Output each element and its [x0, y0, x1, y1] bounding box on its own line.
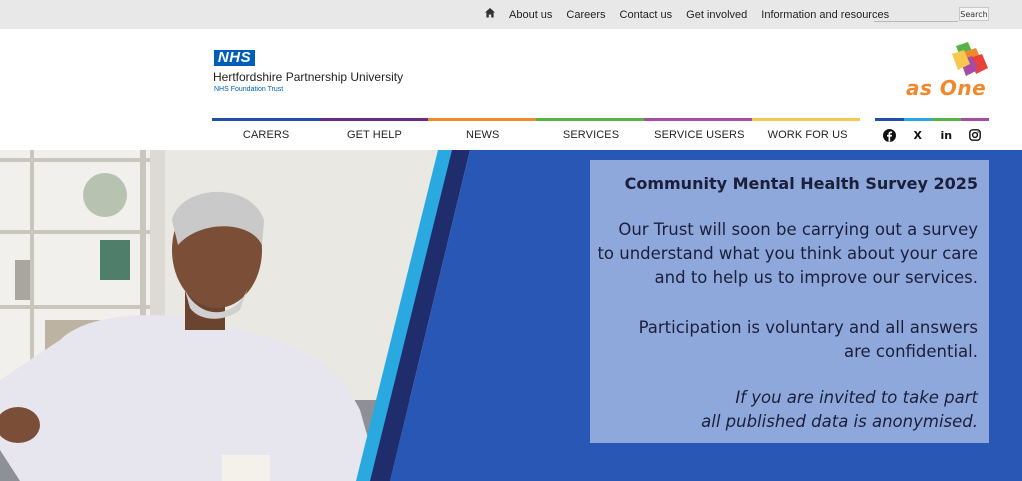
as-one-logo-text: as One	[906, 76, 987, 100]
org-name[interactable]: Hertfordshire Partnership University	[213, 70, 403, 84]
link-contact-us[interactable]: Contact us	[620, 9, 673, 21]
survey-paragraph-2-line-1: Participation is voluntary and all answe…	[638, 318, 978, 337]
main-navigation: CARERS GET HELP NEWS SERVICES SERVICE US…	[212, 121, 862, 149]
linkedin-icon[interactable]: in	[938, 127, 954, 143]
survey-paragraph-2-line-2: are confidential.	[843, 342, 978, 361]
nhs-logo[interactable]: NHS	[214, 50, 255, 66]
nav-work-for-us[interactable]: WORK FOR US	[753, 121, 861, 149]
survey-paragraph-3-line-1: If you are invited to take part	[735, 388, 978, 407]
survey-title: Community Mental Health Survey 2025	[624, 174, 978, 193]
nav-carers[interactable]: CARERS	[212, 121, 320, 149]
survey-paragraph-1-line-3: and to help us to improve our services.	[654, 268, 978, 287]
nav-service-users[interactable]: SERVICE USERS	[645, 121, 753, 149]
x-icon[interactable]: X	[910, 127, 926, 143]
facebook-icon[interactable]	[881, 127, 897, 143]
nav-news[interactable]: NEWS	[429, 121, 537, 149]
nav-get-help[interactable]: GET HELP	[320, 121, 428, 149]
survey-panel: Community Mental Health Survey 2025 Our …	[590, 160, 989, 443]
hero-banner[interactable]: Community Mental Health Survey 2025 Our …	[0, 150, 1022, 481]
link-information-resources[interactable]: Information and resources	[761, 9, 889, 21]
org-subtitle: NHS Foundation Trust	[214, 86, 284, 93]
social-links: X in	[875, 121, 989, 149]
home-icon[interactable]	[484, 7, 496, 19]
utility-links: About us Careers Contact us Get involved…	[509, 0, 903, 29]
link-careers[interactable]: Careers	[566, 9, 605, 21]
survey-paragraph-3-line-2: all published data is anonymised.	[701, 412, 978, 431]
link-get-involved[interactable]: Get involved	[686, 9, 747, 21]
nav-services[interactable]: SERVICES	[537, 121, 645, 149]
survey-paragraph-1-line-2: to understand what you think about your …	[597, 244, 978, 263]
search-input[interactable]	[874, 7, 958, 22]
utility-bar: About us Careers Contact us Get involved…	[0, 0, 1022, 29]
link-about-us[interactable]: About us	[509, 9, 552, 21]
instagram-icon[interactable]	[967, 127, 983, 143]
survey-paragraph-1-line-1: Our Trust will soon be carrying out a su…	[618, 220, 978, 239]
search-button[interactable]: Search	[959, 7, 989, 21]
